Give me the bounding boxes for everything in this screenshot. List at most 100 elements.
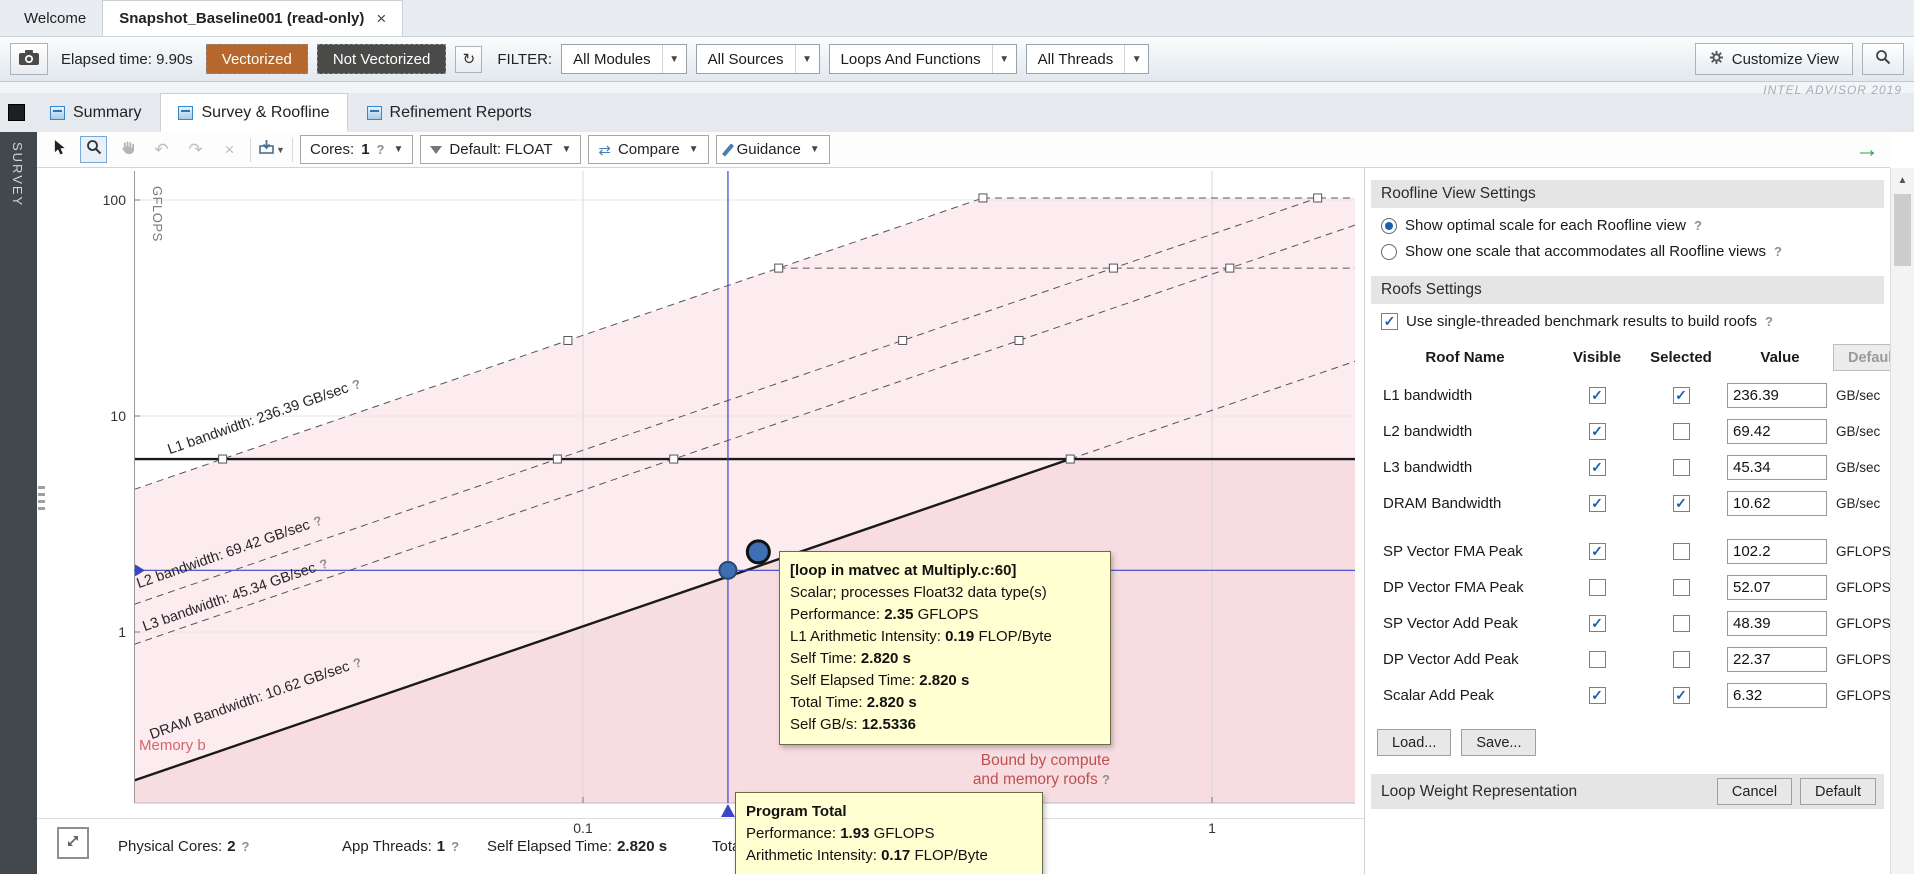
visible-checkbox[interactable] xyxy=(1589,651,1606,668)
cancel-zoom-button[interactable]: × xyxy=(216,136,243,163)
expand-icon xyxy=(64,832,82,854)
panel-scrollbar[interactable]: ▲ xyxy=(1890,168,1914,874)
filter-icon xyxy=(430,146,442,154)
load-button[interactable]: Load... xyxy=(1377,729,1451,756)
reset-filter-button[interactable]: ↻ xyxy=(455,46,482,73)
chevron-down-icon: ▼ xyxy=(992,45,1016,73)
tab-survey-roofline[interactable]: Survey & Roofline xyxy=(160,93,347,132)
visible-checkbox[interactable] xyxy=(1589,579,1606,596)
filter-sources-dropdown[interactable]: All Sources ▼ xyxy=(696,44,820,74)
roof-unit: GB/sec xyxy=(1833,460,1890,475)
radio-single-scale[interactable]: Show one scale that accommodates all Roo… xyxy=(1381,243,1890,260)
selected-checkbox[interactable] xyxy=(1673,687,1690,704)
app-threads-status: App Threads:1? xyxy=(342,838,459,855)
cancel-button[interactable]: Cancel xyxy=(1717,778,1792,805)
selected-checkbox[interactable] xyxy=(1673,651,1690,668)
roof-value-input[interactable] xyxy=(1727,683,1827,708)
tab-summary[interactable]: Summary xyxy=(33,93,158,132)
roof-name: DP Vector Add Peak xyxy=(1371,651,1559,668)
y-tick-10: 10 xyxy=(90,408,126,424)
roof-unit: GB/sec xyxy=(1833,496,1890,511)
use-benchmark-checkbox[interactable] xyxy=(1381,313,1398,330)
export-button[interactable]: ▼ xyxy=(258,136,285,163)
roofline-settings-panel: Roofline View Settings Show optimal scal… xyxy=(1364,168,1890,874)
selected-checkbox[interactable] xyxy=(1673,615,1690,632)
filter-modules-dropdown[interactable]: All Modules ▼ xyxy=(561,44,687,74)
roof-unit: GB/sec xyxy=(1833,424,1890,439)
selected-checkbox[interactable] xyxy=(1673,579,1690,596)
expand-panel-button[interactable]: → xyxy=(1853,136,1881,163)
visible-checkbox[interactable] xyxy=(1589,687,1606,704)
expand-chart-button[interactable] xyxy=(57,827,89,859)
scroll-up-icon[interactable]: ▲ xyxy=(1891,168,1914,192)
survey-sidebar[interactable]: SURVEY xyxy=(0,132,37,874)
self-elapsed-status: Self Elapsed Time:2.820 s xyxy=(487,838,667,855)
compare-dropdown[interactable]: ⇄ Compare ▼ xyxy=(588,135,708,164)
visible-checkbox[interactable] xyxy=(1589,423,1606,440)
roof-name: L3 bandwidth xyxy=(1371,459,1559,476)
redo-button[interactable]: ↷ xyxy=(182,136,209,163)
select-tool-button[interactable] xyxy=(46,136,73,163)
loop-weight-default-button[interactable]: Default xyxy=(1800,778,1876,805)
use-benchmark-checkbox-row[interactable]: Use single-threaded benchmark results to… xyxy=(1381,313,1890,330)
customize-view-button[interactable]: Customize View xyxy=(1695,43,1853,75)
roof-value-input[interactable] xyxy=(1727,419,1827,444)
refresh-icon: ↻ xyxy=(463,50,476,68)
close-icon[interactable]: × xyxy=(376,10,386,27)
filter-threads-dropdown[interactable]: All Threads ▼ xyxy=(1026,44,1150,74)
cores-dropdown[interactable]: Cores: 1 ? ▼ xyxy=(300,135,413,164)
roof-row: DP Vector Add Peak GFLOPS xyxy=(1371,641,1890,677)
x-tick-01: 0.1 xyxy=(563,820,603,836)
radio-icon[interactable] xyxy=(1381,244,1397,260)
undo-button[interactable]: ↶ xyxy=(148,136,175,163)
roof-value-input[interactable] xyxy=(1727,455,1827,480)
roof-value-input[interactable] xyxy=(1727,539,1827,564)
roof-value-input[interactable] xyxy=(1727,575,1827,600)
search-button[interactable] xyxy=(1862,43,1904,75)
selected-checkbox[interactable] xyxy=(1673,543,1690,560)
roof-value-input[interactable] xyxy=(1727,383,1827,408)
snapshot-camera-button[interactable] xyxy=(10,43,48,75)
roof-value-input[interactable] xyxy=(1727,647,1827,672)
view-config-dropdown[interactable]: Default: FLOAT ▼ xyxy=(420,135,581,164)
help-icon[interactable]: ? xyxy=(1765,314,1773,329)
tab-refinement-reports[interactable]: Refinement Reports xyxy=(350,93,549,132)
save-button[interactable]: Save... xyxy=(1461,729,1536,756)
help-icon[interactable]: ? xyxy=(451,839,459,854)
help-icon[interactable]: ? xyxy=(1102,772,1110,787)
visible-checkbox[interactable] xyxy=(1589,387,1606,404)
roofline-chart[interactable] xyxy=(134,171,1355,831)
visible-checkbox[interactable] xyxy=(1589,615,1606,632)
selected-checkbox[interactable] xyxy=(1673,387,1690,404)
roof-value-input[interactable] xyxy=(1727,611,1827,636)
selected-checkbox[interactable] xyxy=(1673,459,1690,476)
tab-welcome[interactable]: Welcome xyxy=(8,0,102,36)
visible-checkbox[interactable] xyxy=(1589,543,1606,560)
help-icon[interactable]: ? xyxy=(242,839,250,854)
guidance-dropdown[interactable]: Guidance ▼ xyxy=(716,135,830,164)
roof-row: SP Vector FMA Peak GFLOPS xyxy=(1371,533,1890,569)
not-vectorized-filter-button[interactable]: Not Vectorized xyxy=(317,44,447,74)
summary-icon xyxy=(50,106,65,120)
loop-tooltip: [loop in matvec at Multiply.c:60] Scalar… xyxy=(779,551,1111,745)
scrollbar-thumb[interactable] xyxy=(1894,194,1911,266)
radio-icon[interactable] xyxy=(1381,218,1397,234)
chart-status-bar: Physical Cores:2? App Threads:1? Self El… xyxy=(37,818,1364,874)
tab-snapshot[interactable]: Snapshot_Baseline001 (read-only) × xyxy=(102,0,403,36)
visible-checkbox[interactable] xyxy=(1589,495,1606,512)
radio-optimal-scale[interactable]: Show optimal scale for each Roofline vie… xyxy=(1381,217,1890,234)
roof-name: L2 bandwidth xyxy=(1371,423,1559,440)
visible-checkbox[interactable] xyxy=(1589,459,1606,476)
selected-checkbox[interactable] xyxy=(1673,423,1690,440)
help-icon[interactable]: ? xyxy=(1774,244,1782,259)
roof-value-input[interactable] xyxy=(1727,491,1827,516)
filter-loops-dropdown[interactable]: Loops And Functions ▼ xyxy=(829,44,1017,74)
selected-checkbox[interactable] xyxy=(1673,495,1690,512)
vectorized-filter-button[interactable]: Vectorized xyxy=(206,44,308,74)
chevron-down-icon: ▼ xyxy=(393,144,403,155)
pan-tool-button[interactable] xyxy=(114,136,141,163)
help-icon[interactable]: ? xyxy=(377,142,385,157)
help-icon[interactable]: ? xyxy=(1694,218,1702,233)
zoom-tool-button[interactable] xyxy=(80,136,107,163)
splitter-grip[interactable] xyxy=(38,486,45,514)
